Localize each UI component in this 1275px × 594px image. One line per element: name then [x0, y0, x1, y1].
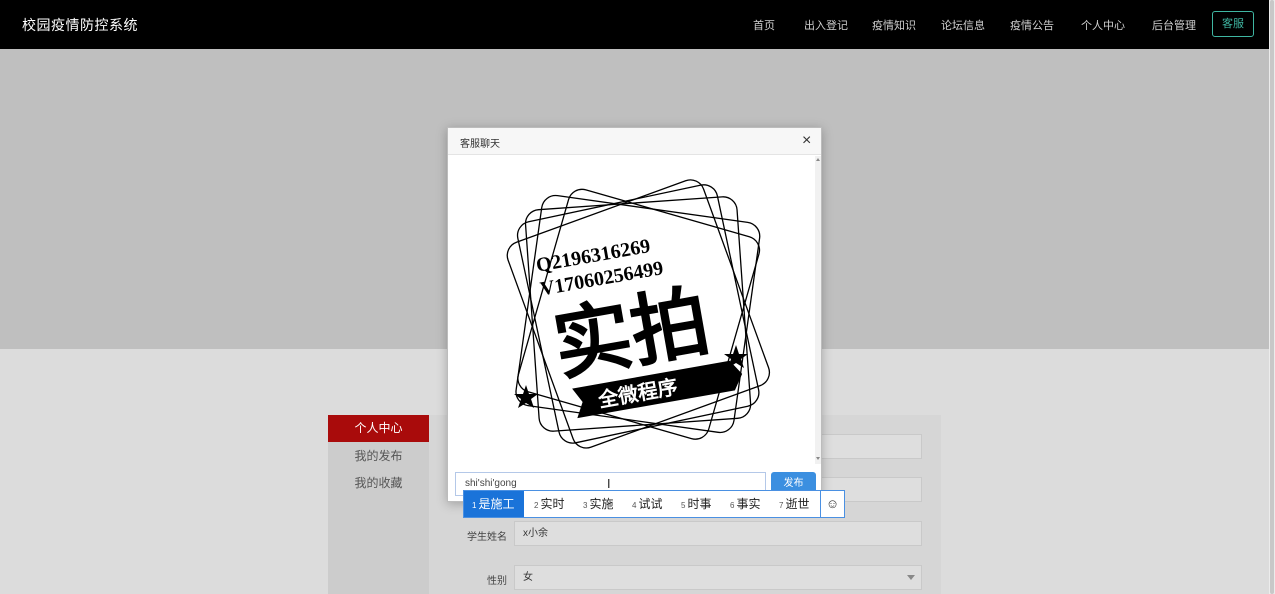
nav-item-admin[interactable]: 后台管理 [1152, 17, 1196, 33]
ime-candidate-bar: 1 是施工 2 实时 3 实施 4 试试 5 时事 6 事实 7 逝世 ☺ [463, 490, 845, 518]
emoji-icon[interactable]: ☺ [820, 491, 844, 517]
name-label: 学生姓名 [467, 532, 507, 543]
ime-candidate-4[interactable]: 4 试试 [632, 491, 662, 517]
text-cursor-icon: I [607, 477, 611, 491]
ime-candidate-1[interactable]: 1 是施工 [464, 491, 524, 517]
gender-select[interactable]: 女 [514, 565, 922, 590]
sidebar-item-personal-center[interactable]: 个人中心 [328, 415, 429, 442]
nav-item-forum[interactable]: 论坛信息 [941, 17, 985, 33]
nav-item-home[interactable]: 首页 [753, 17, 775, 33]
chevron-down-icon[interactable] [907, 575, 915, 580]
sidebar-item-my-favorites[interactable]: 我的收藏 [328, 470, 429, 497]
nav-item-epidemic-knowledge[interactable]: 疫情知识 [872, 17, 916, 33]
dialog-header: 客服聊天 × [448, 128, 821, 155]
ime-candidate-6[interactable]: 6 事实 [730, 491, 760, 517]
ime-candidate-7[interactable]: 7 逝世 [779, 491, 809, 517]
ime-candidate-3[interactable]: 3 实施 [583, 491, 613, 517]
sidebar-item-my-posts[interactable]: 我的发布 [328, 443, 429, 470]
ime-candidate-5[interactable]: 5 时事 [681, 491, 711, 517]
gender-label: 性别 [487, 576, 507, 587]
page-scrollbar-thumb[interactable] [1270, 0, 1274, 594]
site-title[interactable]: 校园疫情防控系统 [22, 15, 138, 35]
nav-item-entry-registration[interactable]: 出入登记 [804, 17, 848, 33]
nav-item-personal-center[interactable]: 个人中心 [1081, 17, 1125, 33]
chat-dialog: 客服聊天 × Q2196316269 V17060256499 实拍 全微程序 … [447, 127, 822, 502]
scroll-down-icon[interactable] [816, 457, 820, 460]
ime-candidate-2[interactable]: 2 实时 [534, 491, 564, 517]
chat-image-stamp[interactable]: Q2196316269 V17060256499 实拍 全微程序 [498, 173, 778, 458]
dialog-title: 客服聊天 [460, 139, 500, 150]
top-nav-bar: 校园疫情防控系统 [0, 0, 1269, 49]
name-field[interactable]: x小余 [514, 521, 922, 546]
scroll-up-icon[interactable] [816, 158, 820, 161]
chat-scrollbar[interactable] [815, 156, 821, 464]
customer-service-button[interactable]: 客服 [1212, 11, 1254, 37]
nav-item-announcements[interactable]: 疫情公告 [1010, 17, 1054, 33]
close-icon[interactable]: × [802, 132, 811, 150]
